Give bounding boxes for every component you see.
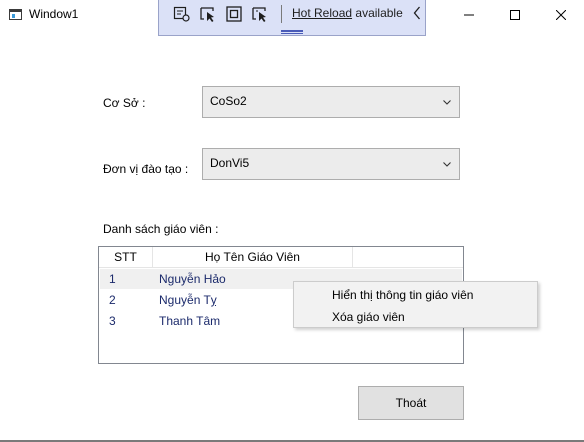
- minimize-icon: [464, 14, 474, 16]
- list-header: STT Họ Tên Giáo Viên: [99, 247, 463, 268]
- toolbar-divider: [281, 5, 282, 23]
- app-window-icon: [9, 9, 22, 20]
- row-stt: 1: [109, 272, 116, 286]
- co-so-combobox[interactable]: CoSo2: [202, 86, 460, 118]
- maximize-icon: [510, 10, 520, 20]
- don-vi-selected-value: DonVi5: [210, 156, 250, 170]
- exit-button[interactable]: Thoát: [358, 386, 464, 420]
- context-menu: Hiển thị thông tin giáo viên Xóa giáo vi…: [293, 281, 538, 328]
- row-name: Thanh Tâm: [159, 314, 221, 328]
- close-button[interactable]: [538, 0, 584, 30]
- collapse-chevron-icon[interactable]: [413, 6, 421, 20]
- chevron-down-icon: [443, 100, 451, 105]
- co-so-selected-value: CoSo2: [210, 94, 247, 108]
- row-name: Nguyễn Hảo: [159, 272, 226, 286]
- display-layout-adorners-icon[interactable]: [225, 5, 243, 23]
- column-header-stt[interactable]: STT: [99, 247, 153, 267]
- hot-reload-toolbar: Hot Reload available: [158, 0, 426, 36]
- row-name: Nguyễn Tỵ: [159, 293, 217, 307]
- menu-item-show-teacher-info[interactable]: Hiển thị thông tin giáo viên: [332, 288, 473, 302]
- hot-reload-link[interactable]: Hot Reload: [292, 6, 352, 20]
- toolbar-drag-handle-line: [281, 33, 303, 34]
- teacher-list-label: Danh sách giáo viên :: [103, 222, 219, 236]
- select-element-icon[interactable]: [199, 5, 217, 23]
- co-so-label: Cơ Sở :: [103, 96, 146, 110]
- close-icon: [556, 10, 566, 20]
- don-vi-label: Đơn vị đào tạo :: [103, 162, 189, 176]
- toolbar-drag-handle[interactable]: [281, 30, 303, 32]
- hot-reload-status-text: available: [355, 6, 403, 20]
- chevron-down-icon: [443, 162, 451, 167]
- column-header-name[interactable]: Họ Tên Giáo Viên: [153, 247, 353, 267]
- don-vi-combobox[interactable]: DonVi5: [202, 148, 460, 180]
- menu-item-delete-teacher[interactable]: Xóa giáo viên: [332, 310, 405, 324]
- row-stt: 3: [109, 314, 116, 328]
- track-focused-element-icon[interactable]: [251, 5, 269, 23]
- minimize-button[interactable]: [446, 0, 492, 30]
- row-stt: 2: [109, 293, 116, 307]
- hot-reload-status: Hot Reload available: [292, 6, 403, 20]
- maximize-button[interactable]: [492, 0, 538, 30]
- live-visual-tree-icon[interactable]: [173, 5, 191, 23]
- window-title: Window1: [29, 7, 79, 21]
